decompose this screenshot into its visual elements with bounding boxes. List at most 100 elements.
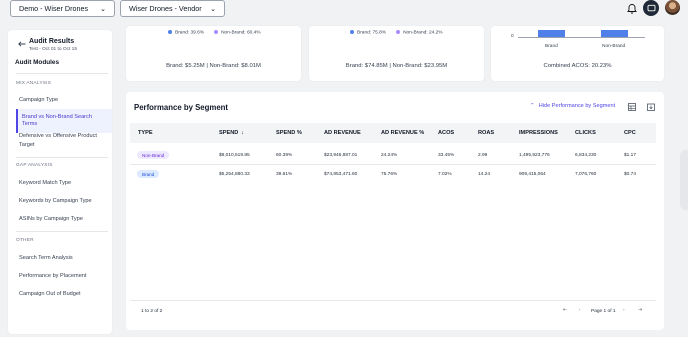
cell-ad-revenue-pct: 24.24% [381,153,398,158]
columns-icon[interactable] [628,103,636,111]
col-impressions[interactable]: IMPRESSIONS [519,130,558,136]
col-roas[interactable]: ROAS [478,130,494,136]
legend-brand-label: Brand: 75.8% [357,30,387,36]
arrow-down-icon: ↓ [241,130,245,136]
cell-impressions: 1,495,923,776 [519,153,550,158]
x-axis-line [518,37,645,38]
cell-cpc: $0.74 [624,172,637,177]
export-icon[interactable] [647,103,655,111]
legend-dot [214,30,219,34]
cell-spend: $8,010,519.85 [219,153,250,158]
col-cpc[interactable]: CPC [624,130,636,136]
section-other: OTHER [16,238,34,243]
legend-non-brand-label: Non-Brand: 60.4% [221,30,261,36]
sidebar-item-keyword-match-type[interactable]: Keyword Match Type [19,179,111,188]
table-footer-divider [130,300,656,301]
chevron-down-icon: ⌄ [100,5,106,13]
axis-zero-label: 0 [511,34,514,39]
divider [16,157,108,158]
chevron-up-icon: ⌃ [530,103,535,109]
type-pill-brand: Brand [137,170,160,178]
legend-brand-label: Brand: 39.6% [175,30,205,36]
sidebar-item-campaign-type[interactable]: Campaign Type [19,96,111,105]
spend-legend: Brand: 39.6% Non-Brand: 60.4% [168,30,261,35]
x-label-brand: Brand [545,44,558,49]
divider [16,231,108,232]
cell-ad-revenue: $74,853,471.60 [324,172,358,177]
section-gap-analysis: GAP ANALYSIS [16,163,53,168]
next-page-icon[interactable]: › [623,308,625,313]
cell-impressions: 909,415,064 [519,172,546,177]
row-range: 1 to 2 of 2 [141,309,163,314]
account-select-value: Demo - Wiser Drones [19,4,89,13]
col-acos[interactable]: ACOS [438,130,454,136]
cell-roas: 2.99 [478,153,488,158]
acos-card: 0 Brand Non-Brand Combined ACOS: 20.23% [491,26,664,81]
legend-brand: Brand: 39.6% [168,30,204,35]
performance-by-segment-card: Performance by Segment ⌃ Hide Performance… [126,92,664,330]
chat-icon [647,4,655,11]
cell-spend-pct: 39.61% [276,172,293,177]
legend-brand: Brand: 75.8% [350,30,386,35]
vendor-select[interactable]: Wiser Drones - Vendor ⌄ [120,0,225,17]
sidebar-item-keywords-by-campaign[interactable]: Keywords by Campaign Type [19,197,111,206]
type-pill-non-brand: Non-Brand [137,151,170,159]
bar-non-brand [601,30,628,37]
spend-split-card: Brand: 39.6% Non-Brand: 60.4% Brand: $5.… [126,26,301,81]
legend-dot [396,30,401,34]
revenue-legend: Brand: 75.8% Non-Brand: 24.2% [350,30,443,35]
col-ad-revenue[interactable]: AD REVENUE [324,130,361,136]
cell-roas: 14.24 [478,172,491,177]
sidebar-item-brand-vs-non-brand[interactable]: Brand vs Non-Brand Search Terms [16,109,112,133]
sidebar-item-asins-by-campaign[interactable]: ASINs by Campaign Type [19,215,111,224]
legend-dot [350,30,354,34]
cell-ad-revenue-pct: 75.76% [381,172,398,177]
sidebar-item-campaign-out-of-budget[interactable]: Campaign Out of Budget [19,290,111,299]
arrow-left-icon[interactable] [18,41,26,47]
cell-cpc: $1.17 [624,153,637,158]
x-label-non-brand: Non-Brand [602,44,626,49]
sidebar-item-performance-by-placement[interactable]: Performance by Placement [19,272,111,281]
account-select[interactable]: Demo - Wiser Drones ⌄ [10,0,115,17]
col-spend-pct[interactable]: SPEND % [276,130,302,136]
col-spend-label: SPEND [219,130,239,136]
col-type[interactable]: TYPE [138,130,153,136]
cell-ad-revenue: $23,946,887.01 [324,153,358,158]
last-page-icon[interactable]: ⇥ [638,308,642,313]
audit-date-range: Test - Oct 01 to Oct 15 [29,47,77,52]
cell-acos: 33.45% [438,153,455,158]
col-spend[interactable]: SPEND ↓ [219,130,244,136]
row-divider [130,164,656,165]
spend-summary: Brand: $5.25M | Non-Brand: $8.01M [166,63,261,69]
section-mix-analysis: MIX ANALYSIS [16,81,52,86]
legend-non-brand: Non-Brand: 60.4% [214,30,261,36]
first-page-icon[interactable]: ⇤ [563,308,567,313]
bar-brand [538,30,565,37]
page-indicator: Page 1 of 1 [591,309,616,314]
legend-non-brand-label: Non-Brand: 24.2% [403,30,443,36]
col-clicks[interactable]: CLICKS [575,130,596,136]
top-bar: Demo - Wiser Drones ⌄ Wiser Drones - Ven… [0,0,688,20]
prev-page-icon[interactable]: ‹ [579,308,581,313]
col-ad-revenue-pct[interactable]: AD REVENUE % [381,130,424,136]
bell-icon[interactable] [626,3,638,15]
avatar[interactable] [665,0,680,15]
hide-performance-link[interactable]: ⌃ Hide Performance by Segment [530,103,615,109]
section-title: Performance by Segment [134,103,229,112]
chevron-down-icon: ⌄ [210,5,216,13]
revenue-split-card: Brand: 75.8% Non-Brand: 24.2% Brand: $74… [309,26,484,81]
chat-button[interactable] [643,0,659,16]
audit-modules-heading: Audit Modules [15,59,60,66]
legend-non-brand: Non-Brand: 24.2% [396,30,443,36]
hide-performance-label: Hide Performance by Segment [538,103,616,109]
legend-dot [168,30,172,34]
sidebar-item-search-term-analysis[interactable]: Search Term Analysis [19,254,111,263]
combined-acos: Combined ACOS: 20.23% [543,63,612,69]
sidebar-item-defensive-vs-offensive[interactable]: Defensive vs Offensive Product Target [19,132,111,149]
side-panel-tab[interactable] [680,150,688,210]
divider [16,73,108,74]
revenue-summary: Brand: $74.85M | Non-Brand: $23.95M [345,63,448,69]
audit-sidebar: Audit Results Test - Oct 01 to Oct 15 Au… [8,30,112,334]
cell-acos: 7.02% [438,172,452,177]
cell-spend: $5,254,880.33 [219,172,250,177]
